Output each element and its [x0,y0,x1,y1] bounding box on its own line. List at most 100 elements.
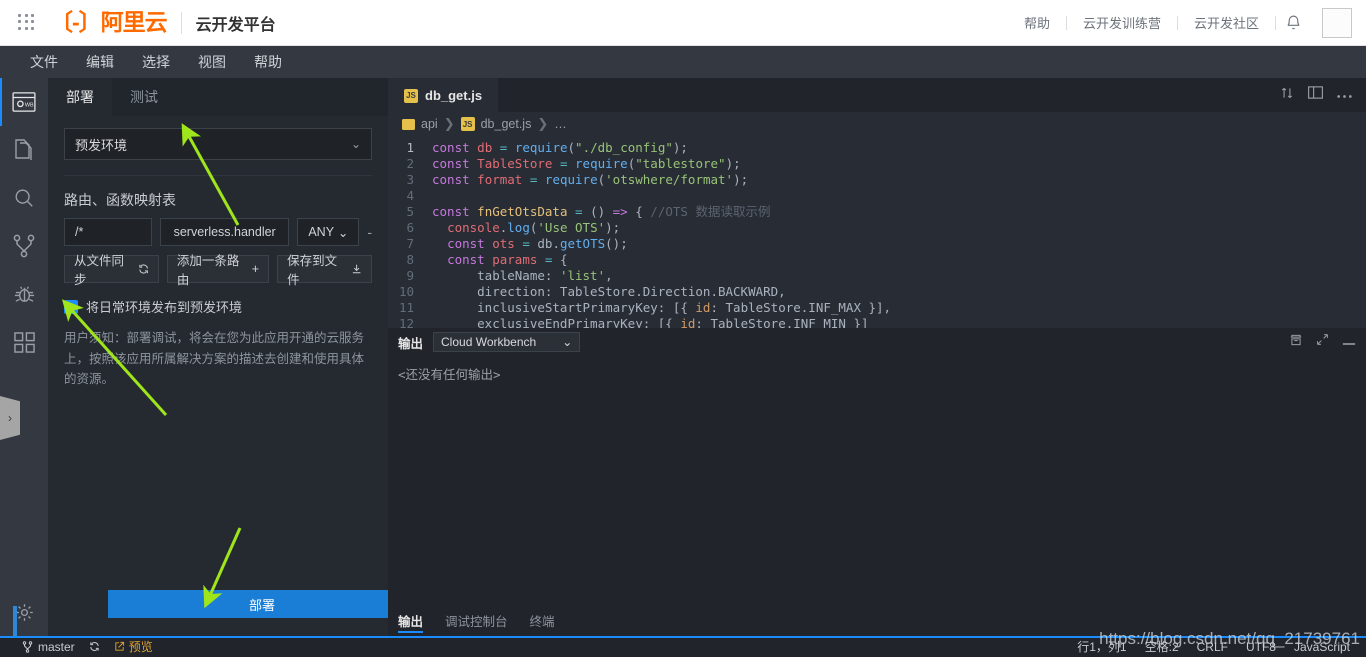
header-right: 帮助 云开发训练营 云开发社区 [1008,7,1366,38]
line-number: 7 [406,236,414,251]
user-notice-text: 用户须知：部署调试，将会在您为此应用开通的云服务上，按照该应用所属解决方案的描述… [64,331,365,387]
brand-divider [180,11,182,34]
environment-select[interactable]: 预发环境 ⌄ [64,128,372,160]
breadcrumb-item-more[interactable]: … [554,117,567,131]
js-file-icon: JS [404,88,418,103]
deploy-button[interactable]: 部署 [108,590,416,618]
menu-item-view[interactable]: 视图 [184,52,240,72]
publish-checkbox[interactable] [64,299,78,314]
bell-icon[interactable] [1276,14,1310,31]
side-panel-body: 预发环境 ⌄ 路由、函数映射表 /* serverless.handler AN… [48,116,388,390]
aliyun-logo: 〔-〕阿里云 [50,9,168,35]
folder-icon [402,118,415,130]
line-number: 10 [398,284,414,299]
files-icon[interactable] [0,126,48,174]
split-editor-icon[interactable] [1280,86,1294,105]
editor-tabbar: JS db_get.js [388,78,1366,112]
aliyun-header: 〔-〕阿里云 云开发平台 帮助 云开发训练营 云开发社区 [0,0,1366,46]
menu-item-help[interactable]: 帮助 [240,52,296,72]
editor-tab-actions [1280,78,1366,112]
line-number: 5 [406,204,414,219]
line-number: 9 [406,268,414,283]
extensions-icon[interactable] [0,318,48,366]
close-panel-icon[interactable] [1342,333,1356,351]
breadcrumb-item-file[interactable]: db_get.js [481,117,532,131]
route-method-value: ANY [308,225,335,239]
status-sync[interactable] [89,641,100,652]
web-preview-icon[interactable]: WB [0,78,48,126]
more-actions-icon[interactable] [1337,86,1352,104]
line-text: const db = require("./db_config"); [432,140,688,155]
chevron-down-icon: ⌄ [337,225,349,240]
layout-icon[interactable] [1308,86,1323,104]
save-to-file-button[interactable]: 保存到文件 [277,254,372,287]
output-empty-text: <还没有任何输出> [398,367,501,382]
output-panel-title: 输出 [398,336,424,351]
line-text: direction: TableStore.Direction.BACKWARD… [432,284,786,299]
route-path-input[interactable]: /* [64,218,152,246]
menu-item-edit[interactable]: 编辑 [72,52,128,72]
status-preview[interactable]: 预览 [114,638,153,655]
panel-tab-debug-console[interactable]: 调试控制台 [445,608,508,636]
clear-output-icon[interactable] [1289,333,1303,352]
editor-tab-db-get[interactable]: JS db_get.js [388,78,499,112]
plus-icon: + [251,262,260,276]
status-preview-label: 预览 [128,640,153,654]
menu-item-select[interactable]: 选择 [128,52,184,72]
line-text: tableName: 'list', [432,268,613,283]
output-channel-select[interactable]: Cloud Workbench ⌄ [433,332,581,352]
breadcrumb-item-api[interactable]: api [421,117,438,131]
line-number: 6 [406,220,414,235]
preview-icon [115,641,124,651]
avatar[interactable] [1322,7,1352,38]
panel-tab-output[interactable]: 输出 [398,608,424,636]
menu-item-file[interactable]: 文件 [16,52,72,72]
status-branch[interactable]: master [22,640,75,654]
panel-tab-terminal[interactable]: 终端 [530,608,555,636]
maximize-panel-icon[interactable] [1316,333,1329,351]
route-remove-button[interactable]: - [367,224,372,240]
add-route-label: 添加一条路由 [176,254,240,287]
brand[interactable]: 〔-〕阿里云 [50,9,168,35]
line-number: 11 [398,300,414,315]
code-line: 10 direction: TableStore.Direction.BACKW… [388,284,1366,300]
output-panel-header: 输出 Cloud Workbench ⌄ [388,328,1366,356]
route-method-select[interactable]: ANY ⌄ [297,218,360,246]
code-line: 9 tableName: 'list', [388,268,1366,284]
line-number: 8 [406,252,414,267]
sync-icon [139,264,148,274]
search-icon[interactable] [0,174,48,222]
panel-expand-toggle[interactable]: › [0,396,20,440]
line-text: const params = { [447,252,568,267]
code-content[interactable]: 1 const db = require("./db_config"); 2 cons… [388,136,1366,332]
tab-deploy[interactable]: 部署 [48,78,112,116]
app-root: 〔-〕阿里云 云开发平台 帮助 云开发训练营 云开发社区 文件 编辑 选择 视图… [0,0,1366,657]
line-text: const format = require('otswhere/format'… [432,172,749,187]
app-grid-icon[interactable] [18,13,36,32]
header-link-help[interactable]: 帮助 [1008,13,1066,32]
source-control-icon[interactable] [0,222,48,270]
code-line: 2 const TableStore = require("tablestore"… [388,156,1366,172]
route-actions: 从文件同步 添加一条路由 + 保存到文件 [64,254,372,287]
route-handler-input[interactable]: serverless.handler [160,218,290,246]
tab-test[interactable]: 测试 [112,78,176,116]
breadcrumb-separator: ❯ [537,116,549,131]
chevron-down-icon: ⌄ [350,137,361,151]
line-number: 2 [406,156,414,171]
save-to-file-label: 保存到文件 [287,254,338,287]
deploy-side-panel: 部署 测试 预发环境 ⌄ 路由、函数映射表 /* serverless.hand… [48,78,416,636]
line-text: const TableStore = require("tablestore")… [432,156,741,171]
sync-from-file-button[interactable]: 从文件同步 [64,254,159,287]
debug-icon[interactable] [0,270,48,318]
header-link-camp[interactable]: 云开发训练营 [1067,13,1177,32]
line-text: console.log('Use OTS'); [447,220,621,235]
publish-checkbox-label: 将日常环境发布到预发环境 [86,300,243,315]
publish-checkbox-row[interactable]: 将日常环境发布到预发环境 [64,297,372,316]
environment-value: 预发环境 [75,137,128,153]
breadcrumb: api ❯ JS db_get.js ❯ … [388,112,1366,136]
route-row: /* serverless.handler ANY ⌄ - [64,218,372,246]
header-link-community[interactable]: 云开发社区 [1178,13,1275,32]
line-text: const ots = db.getOTS(); [447,236,628,251]
add-route-button[interactable]: 添加一条路由 + [166,254,270,287]
svg-text:WB: WB [25,103,34,109]
